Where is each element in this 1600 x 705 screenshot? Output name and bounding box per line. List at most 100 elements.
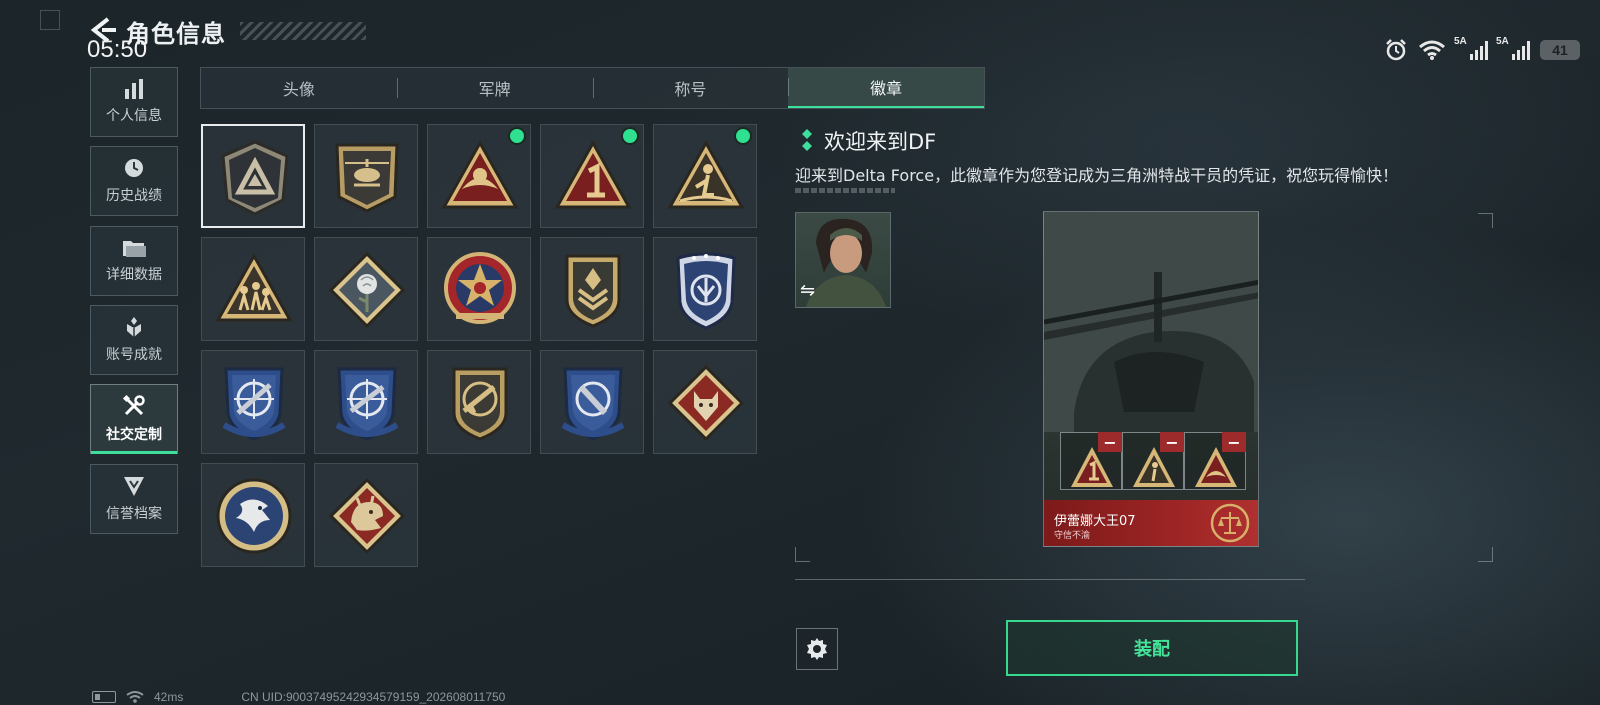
badge-cell-dragon-diamond[interactable] [314,463,418,567]
badge-cell-helicopter[interactable] [314,124,418,228]
battery-indicator: 41 [1540,40,1580,60]
card-badge-slot-3[interactable]: − [1184,432,1246,490]
badge-cell-blue-crest[interactable] [653,237,757,341]
tab-avatar[interactable]: 头像 [201,68,397,108]
squad-triangle-badge-icon [215,252,293,322]
helicopter-card-art [1044,212,1258,432]
card-player-subtitle: 守信不渝 [1054,531,1091,541]
category-tabs: 头像 军牌 称号 徽章 [200,67,985,109]
wings-triangle-badge-icon [441,139,519,209]
achievement-icon [127,317,141,337]
operator-avatar[interactable]: ⇋ [795,212,891,308]
card-badge-slot-2[interactable]: − [1122,432,1184,490]
title-decoration [240,22,366,40]
badge-cell-number-one[interactable] [540,124,644,228]
chevron-shield-badge-icon [565,254,621,328]
settings-button[interactable] [796,628,838,670]
sidebar-item-social-custom[interactable]: 社交定制 [90,384,178,454]
badge-cell-sniper-shield-2[interactable] [314,350,418,454]
sidebar-item-stats[interactable]: 详细数据 [90,226,178,296]
badge-cell-star-roundel[interactable] [427,237,531,341]
cell-signal-1-label: 5A [1454,36,1467,47]
figure-triangle-badge-icon [1133,447,1175,487]
sidebar-item-label: 个人信息 [106,108,162,124]
sniper-shield-badge-icon [222,367,286,441]
badge-cell-figure-triangle[interactable] [653,124,757,228]
gear-icon [807,638,827,660]
user-uid: CN UID:9003749524293457915​9_20260801175… [241,690,506,704]
cell-signal-2-label: 5A [1496,36,1509,47]
equip-button[interactable]: 装配 [1006,620,1298,676]
cell-signal-2-icon: 5A [1496,36,1530,60]
sidebar-item-label: 社交定制 [106,427,162,443]
alarm-icon [1386,39,1406,61]
tab-dog-tag[interactable]: 军牌 [396,68,593,108]
folder-icon [123,241,146,257]
sidebar-item-history[interactable]: 历史战绩 [90,146,178,216]
wifi-icon [1419,40,1445,60]
connection-status-bar: 42ms CN UID:9003749524293457915​9_202608… [92,690,505,704]
badge-cell-rifle-shield[interactable] [427,350,531,454]
blue-crest-badge-icon [676,252,736,330]
tab-title[interactable]: 称号 [592,68,789,108]
ping-value: 42ms [154,690,184,704]
sidebar-item-credit-record[interactable]: 信誉档案 [90,464,178,534]
clock-icon [125,159,143,177]
badge-cell-squad-triangle[interactable] [201,237,305,341]
badge-cell-chevron-shield[interactable] [540,237,644,341]
number-one-badge-icon [554,139,632,209]
badge-cell-sniper-shield-1[interactable] [201,350,305,454]
star-roundel-badge-icon [444,252,516,324]
bar-chart-icon [125,79,143,99]
tab-badge[interactable]: 徽章 [788,68,984,108]
tools-icon [122,394,145,416]
player-card-preview: − − − 伊蕾娜大王07 守信不渝 [1043,211,1259,547]
number-one-badge-icon [1071,447,1113,487]
swap-icon: ⇋ [800,280,816,301]
sniper-shield-badge-icon [335,367,399,441]
badge-cell-delta-triangle[interactable] [201,124,305,228]
sidebar-item-label: 信誉档案 [106,506,162,522]
card-badge-slot-1[interactable]: − [1060,432,1122,490]
badge-cell-knife-shield[interactable] [540,350,644,454]
sidebar-item-achievements[interactable]: 账号成就 [90,305,178,375]
cell-signal-1-icon: 5A [1454,36,1488,60]
system-clock: 05:50 [87,36,148,63]
sidebar-item-label: 详细数据 [106,267,162,283]
wifi-icon [126,691,144,703]
dragon-diamond-badge-icon [328,477,406,555]
helicopter-badge-icon [335,143,399,213]
delta-triangle-badge-icon [221,140,289,216]
badge-cell-eagle-roundel[interactable] [201,463,305,567]
frame-corner [1478,547,1493,562]
equip-button-label: 装配 [1134,639,1170,660]
badge-cell-wolf-diamond[interactable] [653,350,757,454]
window-corner-marker [40,10,60,30]
figure-triangle-badge-icon [667,139,745,209]
sidebar-item-profile[interactable]: 个人信息 [90,67,178,137]
system-status-icons: 5A 5A 41 [1384,36,1580,62]
scroll-indicator[interactable] [795,188,895,193]
frame-corner [795,213,809,227]
frame-corner [795,547,810,562]
card-nameplate: 伊蕾娜大王07 守信不渝 [1044,500,1258,546]
eagle-roundel-badge-icon [216,478,292,554]
title-marker-icon [802,129,812,151]
card-player-name: 伊蕾娜大王07 [1054,514,1136,529]
badge-detail-title: 欢迎来到DF [824,130,937,154]
badge-cell-rose-diamond[interactable] [314,237,418,341]
wings-triangle-badge-icon [1195,447,1237,487]
emblem-icon [124,477,144,496]
badge-detail-description: 迎来到Delta Force，此徽章作为您登记成为三角洲特战干员的凭证，祝您玩得… [795,166,1399,185]
frame-corner [1478,213,1493,228]
rifle-shield-badge-icon [452,367,508,441]
sidebar-item-label: 账号成就 [106,347,162,363]
knife-shield-badge-icon [561,367,625,441]
badge-cell-wings-triangle[interactable] [427,124,531,228]
wolf-diamond-badge-icon [667,364,745,442]
section-divider [795,579,1305,580]
rose-diamond-badge-icon [328,251,406,329]
battery-icon [92,691,116,703]
sidebar-item-label: 历史战绩 [106,188,162,204]
scales-emblem-icon [1210,503,1250,543]
